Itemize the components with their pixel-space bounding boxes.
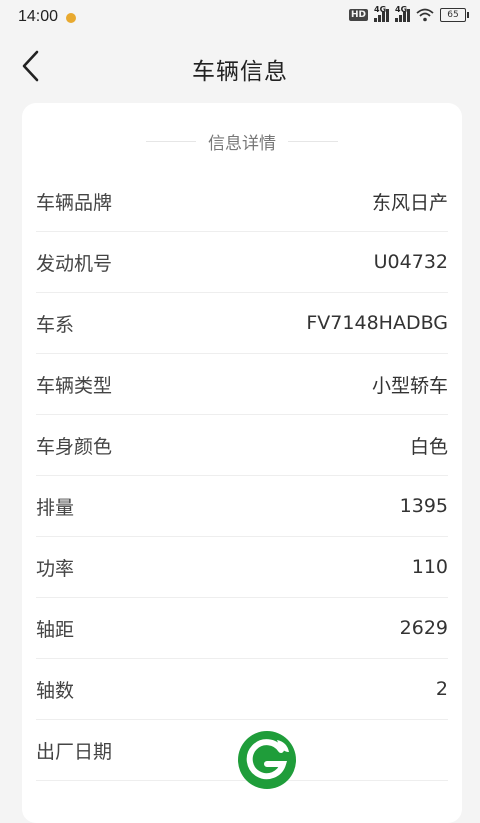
info-row-displacement: 排量 1395	[36, 476, 448, 537]
notification-dot-icon	[66, 12, 77, 23]
row-value: 2629	[399, 617, 448, 639]
status-time: 14:00	[18, 8, 59, 25]
row-label: 发动机号	[36, 252, 113, 275]
row-label: 车辆类型	[36, 374, 113, 397]
info-row-axles: 轴数 2	[36, 659, 448, 720]
row-value: 小型轿车	[371, 374, 448, 397]
status-bar: 14:00 HD 4G 4G 65	[0, 0, 480, 34]
row-label: 车辆品牌	[36, 191, 113, 214]
row-value: U04732	[373, 251, 448, 273]
row-label: 车系	[36, 313, 75, 336]
signal-1-icon: 4G	[374, 5, 389, 22]
row-label: 出厂日期	[36, 740, 113, 763]
network-1-label: 4G	[374, 5, 387, 14]
info-card: 信息详情 车辆品牌 东风日产 发动机号 U04732 车系 FV7148HADB…	[22, 103, 462, 823]
hd-icon: HD	[348, 9, 368, 21]
row-value: 1395	[399, 495, 448, 517]
section-title: 信息详情	[208, 133, 276, 154]
row-label: 功率	[36, 557, 75, 580]
info-row-series: 车系 FV7148HADBG	[36, 293, 448, 354]
divider-left	[146, 140, 196, 142]
wifi-icon	[416, 8, 434, 22]
section-header: 信息详情	[22, 129, 462, 154]
row-value: 110	[411, 556, 448, 578]
signal-2-icon: 4G	[395, 5, 410, 22]
info-row-vehicle-type: 车辆类型 小型轿车	[36, 354, 448, 415]
app-logo-icon	[238, 731, 296, 789]
info-row-wheelbase: 轴距 2629	[36, 598, 448, 659]
row-label: 车身颜色	[36, 435, 113, 458]
row-label: 轴数	[36, 679, 75, 702]
row-label: 轴距	[36, 618, 75, 641]
status-icons: HD 4G 4G 65	[348, 5, 469, 22]
battery-icon: 65	[440, 8, 469, 22]
network-2-label: 4G	[395, 5, 408, 14]
app-header: 车辆信息	[0, 34, 480, 100]
row-value: 2	[435, 678, 448, 700]
info-row-brand: 车辆品牌 东风日产	[36, 171, 448, 232]
page-title: 车辆信息	[192, 59, 288, 85]
row-label: 排量	[36, 496, 75, 519]
info-list: 车辆品牌 东风日产 发动机号 U04732 车系 FV7148HADBG 车辆类…	[36, 171, 448, 781]
info-row-body-color: 车身颜色 白色	[36, 415, 448, 476]
row-value: 白色	[409, 435, 448, 458]
info-row-engine-number: 发动机号 U04732	[36, 232, 448, 293]
row-value: 东风日产	[371, 191, 448, 214]
row-value: FV7148HADBG	[306, 312, 448, 334]
info-row-power: 功率 110	[36, 537, 448, 598]
divider-right	[288, 140, 338, 142]
